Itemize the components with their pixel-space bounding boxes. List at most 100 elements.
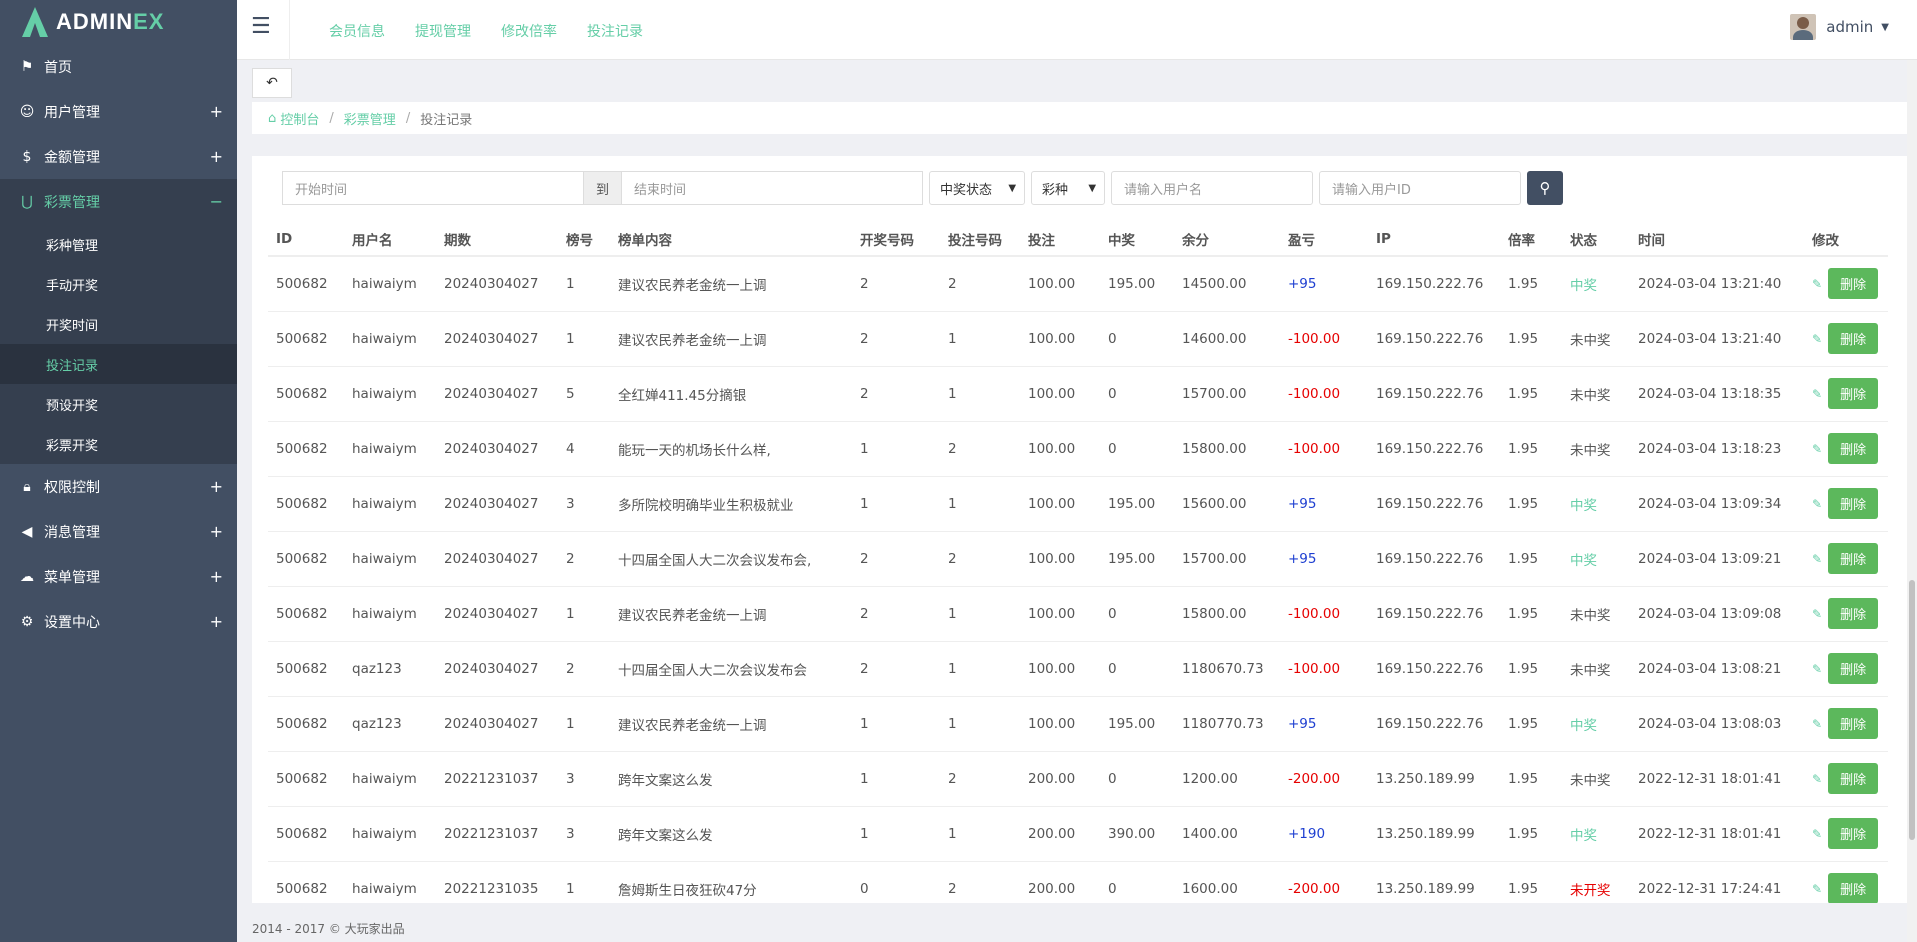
table-cell: 0 [1100, 750, 1174, 806]
sidebar-item-home[interactable]: ⚑ 首页 [0, 44, 237, 89]
edit-icon[interactable]: ✎ [1812, 277, 1822, 291]
breadcrumb-home[interactable]: 控制台 [280, 109, 319, 128]
edit-icon[interactable]: ✎ [1812, 442, 1822, 456]
table-cell: 全红婵411.45分摘银 [610, 365, 852, 421]
topnav-member-info[interactable]: 会员信息 [329, 21, 385, 41]
table-row: 500682 qaz123 20240304027 1 建议农民养老金统一上调 1 1 100… [268, 695, 1888, 751]
username-input[interactable]: 请输入用户名 [1111, 171, 1314, 205]
topnav-odds[interactable]: 修改倍率 [501, 21, 557, 41]
logo-icon [18, 5, 52, 39]
table-body: 500682 haiwaiym 20240304027 1 建议农民养老金统一上调 2 2 1… [268, 255, 1888, 903]
brand-name: ADMINEX [56, 9, 165, 34]
row-actions: ✎ 删除 [1804, 640, 1888, 696]
delete-button[interactable]: 删除 [1828, 268, 1879, 300]
table-cell: 2 [852, 365, 940, 421]
table-cell: 100.00 [1020, 530, 1100, 586]
table-cell: 500682 [268, 640, 344, 696]
user-menu[interactable]: admin ▼ [1790, 14, 1889, 40]
edit-icon[interactable]: ✎ [1812, 387, 1822, 401]
breadcrumb-parent[interactable]: 彩票管理 [344, 109, 396, 128]
sidebar-item-settings[interactable]: ⚙ 设置中心 + [0, 599, 237, 644]
back-button[interactable]: ↶ [252, 68, 292, 98]
table-row: 500682 haiwaiym 20221231035 1 詹姆斯生日夜狂砍47分 0 2 2… [268, 860, 1888, 903]
edit-icon[interactable]: ✎ [1812, 717, 1822, 731]
table-cell: 169.150.222.76 [1368, 420, 1500, 476]
table-cell: 中奖 [1562, 255, 1630, 311]
submenu-item-preset-draw[interactable]: 预设开奖 [0, 384, 237, 424]
edit-icon[interactable]: ✎ [1812, 607, 1822, 621]
table-cell: 390.00 [1100, 805, 1174, 861]
table-cell: 100.00 [1020, 695, 1100, 751]
sidebar-item-lottery[interactable]: ⋃ 彩票管理 − [0, 179, 237, 224]
delete-button[interactable]: 删除 [1828, 488, 1879, 519]
breadcrumb: ⌂ 控制台 / 彩票管理 / 投注记录 [252, 102, 1912, 134]
table-cell: 20221231035 [436, 860, 558, 903]
sidebar-item-messages[interactable]: ◀ 消息管理 + [0, 509, 237, 554]
table-cell: 2024-03-04 13:18:23 [1630, 420, 1804, 476]
edit-icon[interactable]: ✎ [1812, 552, 1822, 566]
delete-button[interactable]: 删除 [1828, 433, 1879, 464]
table-cell: 2024-03-04 13:21:40 [1630, 255, 1804, 311]
sidebar-item-permissions[interactable]: 🔒︎ 权限控制 + [0, 464, 237, 509]
search-button[interactable]: ⚲ [1527, 171, 1564, 205]
delete-button[interactable]: 删除 [1828, 653, 1879, 684]
table-cell: 2 [940, 255, 1020, 311]
start-time-input[interactable]: 开始时间 [282, 171, 584, 205]
table-cell: 169.150.222.76 [1368, 310, 1500, 366]
edit-icon[interactable]: ✎ [1812, 332, 1822, 346]
delete-button[interactable]: 删除 [1828, 873, 1879, 903]
table-cell: 3 [558, 475, 610, 531]
edit-icon[interactable]: ✎ [1812, 662, 1822, 676]
table-cell: 能玩一天的机场长什么样, [610, 420, 852, 476]
delete-button[interactable]: 删除 [1828, 708, 1879, 739]
cloud-icon: ☁ [20, 568, 34, 585]
edit-icon[interactable]: ✎ [1812, 882, 1822, 896]
edit-icon[interactable]: ✎ [1812, 827, 1822, 841]
win-status-select[interactable]: 中奖状态 ▼ [929, 171, 1026, 205]
userid-input[interactable]: 请输入用户ID [1319, 171, 1522, 205]
delete-button[interactable]: 删除 [1828, 598, 1879, 629]
table-cell: 15600.00 [1174, 475, 1280, 531]
topnav-bet-records[interactable]: 投注记录 [587, 21, 643, 41]
table-cell: 建议农民养老金统一上调 [610, 310, 852, 366]
sidebar-item-users[interactable]: ☺ 用户管理 + [0, 89, 237, 134]
table-cell: 未中奖 [1562, 420, 1630, 476]
submenu-item-lottery-types[interactable]: 彩种管理 [0, 224, 237, 264]
table-cell: 20221231037 [436, 805, 558, 861]
table-cell: 建议农民养老金统一上调 [610, 585, 852, 641]
users-icon: ☺ [19, 103, 35, 120]
delete-button[interactable]: 删除 [1828, 543, 1879, 574]
page-scrollbar[interactable] [1907, 60, 1917, 942]
table-row: 500682 haiwaiym 20240304027 2 十四届全国人大二次会议发布会… [268, 530, 1888, 586]
table-cell: 0 [1100, 585, 1174, 641]
submenu-item-manual-draw[interactable]: 手动开奖 [0, 264, 237, 304]
submenu-item-lottery-draw[interactable]: 彩票开奖 [0, 424, 237, 464]
submenu-item-draw-time[interactable]: 开奖时间 [0, 304, 237, 344]
topnav-withdrawal[interactable]: 提现管理 [415, 21, 471, 41]
lottery-submenu: 彩种管理 手动开奖 开奖时间 投注记录 预设开奖 彩票开奖 [0, 224, 237, 464]
scrollbar-thumb[interactable] [1909, 580, 1915, 840]
end-time-input[interactable]: 结束时间 [621, 171, 924, 205]
table-cell: 195.00 [1100, 530, 1174, 586]
delete-button[interactable]: 删除 [1828, 818, 1879, 849]
delete-button[interactable]: 删除 [1828, 323, 1879, 354]
lottery-type-select[interactable]: 彩种 ▼ [1031, 171, 1106, 205]
sidebar-item-menus[interactable]: ☁ 菜单管理 + [0, 554, 237, 599]
table-cell: 2 [940, 420, 1020, 476]
table-cell: 500682 [268, 805, 344, 861]
submenu-item-bet-records[interactable]: 投注记录 [0, 344, 237, 384]
table-cell: 0 [1100, 640, 1174, 696]
sidebar-item-finance[interactable]: $ 金额管理 + [0, 134, 237, 179]
delete-button[interactable]: 删除 [1828, 763, 1879, 794]
table-cell: 1 [852, 695, 940, 751]
delete-button[interactable]: 删除 [1828, 378, 1879, 409]
table-cell: haiwaiym [344, 310, 436, 366]
chevron-down-icon: ▼ [1881, 21, 1889, 33]
table-cell: haiwaiym [344, 860, 436, 903]
table-cell: 0 [1100, 860, 1174, 903]
table-cell: 1 [940, 585, 1020, 641]
edit-icon[interactable]: ✎ [1812, 772, 1822, 786]
edit-icon[interactable]: ✎ [1812, 497, 1822, 511]
hamburger-menu-icon[interactable]: ☰ [251, 14, 271, 39]
logo[interactable]: ADMINEX [0, 0, 237, 44]
